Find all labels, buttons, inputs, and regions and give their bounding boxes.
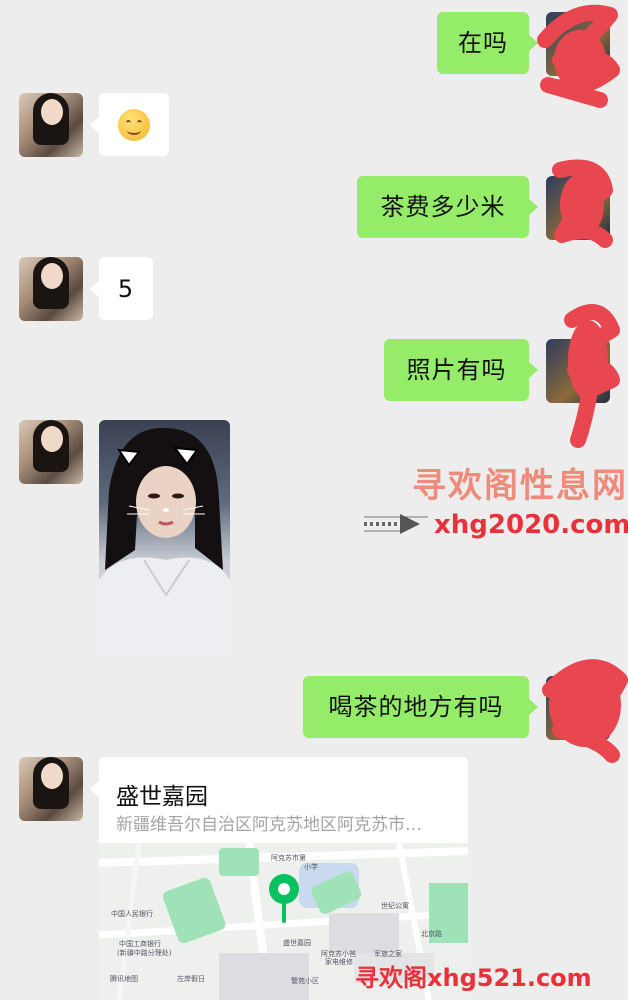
contact-avatar[interactable] <box>19 257 83 321</box>
watermark-bottom: 寻欢阁xhg521.com <box>355 964 592 992</box>
watermark-title: 寻欢阁性息网 <box>412 466 628 506</box>
contact-avatar[interactable] <box>19 93 83 157</box>
bubble-tail <box>90 281 99 297</box>
message-bubble-sent[interactable]: 茶费多少米 <box>357 176 529 238</box>
bubble-tail <box>90 781 99 797</box>
location-name: 盛世嘉园 <box>116 784 208 810</box>
map-label: 家电维修 <box>325 958 353 966</box>
message-bubble-received[interactable] <box>99 93 169 156</box>
bubble-tail <box>529 35 538 51</box>
map-label: 世纪公寓 <box>381 902 409 910</box>
smiling-face-icon <box>118 108 150 141</box>
map-label: 警苑小区 <box>291 977 319 985</box>
message-text: 在吗 <box>458 29 508 57</box>
message-bubble-sent[interactable]: 在吗 <box>437 12 529 74</box>
message-text: 照片有吗 <box>406 356 507 384</box>
map-pin-icon <box>269 874 299 923</box>
map-label: 中国人民银行 <box>111 910 153 918</box>
message-text: 5 <box>117 274 135 303</box>
message-bubble-sent[interactable]: 喝茶的地方有吗 <box>303 676 529 738</box>
map-label: (新疆中路分理处) <box>117 949 172 957</box>
location-address: 新疆维吾尔自治区阿克苏地区阿克苏市… <box>116 815 422 835</box>
self-avatar[interactable] <box>546 12 610 76</box>
bubble-tail <box>529 699 538 715</box>
message-text: 喝茶的地方有吗 <box>328 693 504 721</box>
map-label: 盛世嘉园 <box>283 939 311 947</box>
contact-avatar[interactable] <box>19 420 83 484</box>
photo-illustration <box>99 427 230 656</box>
map-label: 北京路 <box>421 930 442 938</box>
message-bubble-sent[interactable]: 照片有吗 <box>384 339 529 401</box>
watermark-url: xhg2020.com <box>434 510 628 540</box>
arrow-icon <box>364 509 428 539</box>
contact-avatar[interactable] <box>19 757 83 821</box>
map-label: 小学 <box>304 863 318 871</box>
received-photo[interactable] <box>99 420 230 656</box>
bubble-tail <box>529 362 538 378</box>
self-avatar[interactable] <box>546 676 610 740</box>
message-bubble-received[interactable]: 5 <box>99 257 153 320</box>
bubble-tail <box>529 199 538 215</box>
self-avatar[interactable] <box>546 339 610 403</box>
map-label: 阿克苏市第 <box>271 854 306 862</box>
self-avatar[interactable] <box>546 176 610 240</box>
map-label: 左岸假日 <box>177 975 205 983</box>
map-attribution: 腾讯地图 <box>110 975 138 983</box>
message-text: 茶费多少米 <box>380 193 506 221</box>
bubble-tail <box>90 117 99 133</box>
